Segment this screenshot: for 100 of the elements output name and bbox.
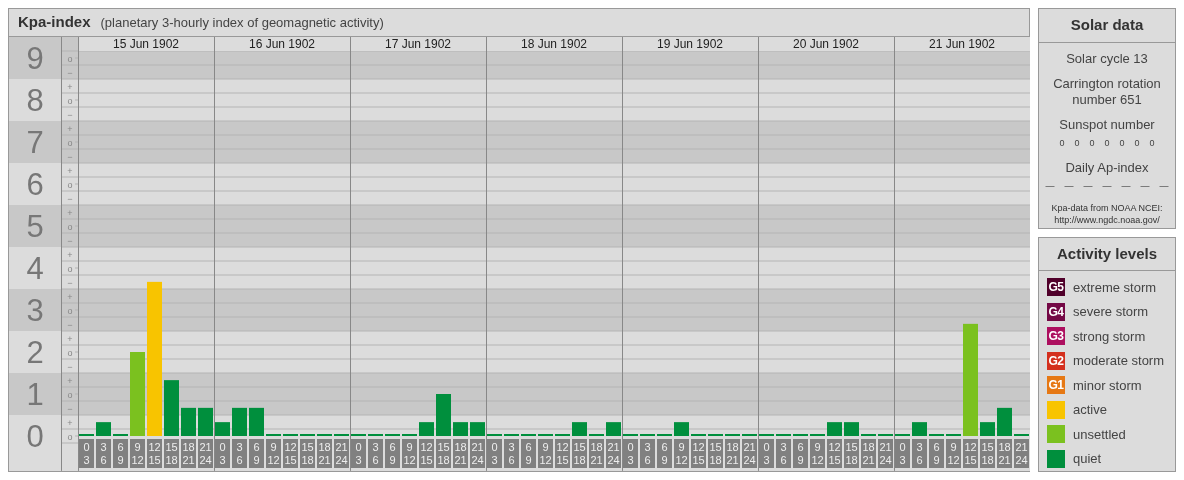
scale-mark: + xyxy=(67,123,73,134)
kp-bar xyxy=(844,422,859,437)
time-interval-label: 12 15 xyxy=(419,439,434,469)
sunspot-value: 0 xyxy=(1149,136,1155,150)
kp-bar xyxy=(640,434,655,437)
kp-bar xyxy=(912,422,927,437)
legend-label: extreme storm xyxy=(1073,278,1157,297)
scale-mark: + xyxy=(67,333,73,344)
time-interval-label: 15 18 xyxy=(572,439,587,469)
kp-bar xyxy=(725,434,740,437)
kp-bar xyxy=(555,434,570,437)
legend-label: severe storm xyxy=(1073,303,1149,321)
kp-bar xyxy=(776,434,791,437)
time-interval-label: 18 21 xyxy=(861,439,876,469)
scale-mark: − xyxy=(67,403,73,414)
kp-bar xyxy=(895,434,910,437)
ap-index-value: — xyxy=(1159,179,1169,193)
kp-bar xyxy=(487,434,502,437)
time-interval-label: 9 12 xyxy=(130,439,145,469)
kp-bar xyxy=(504,434,519,437)
source-url: http://www.ngdc.noaa.gov/ xyxy=(1053,214,1161,226)
ap-index-value: — xyxy=(1102,179,1112,193)
kp-bar xyxy=(572,422,587,437)
time-interval-label: 12 15 xyxy=(555,439,570,469)
time-interval-label: 6 9 xyxy=(385,439,400,469)
kp-bar xyxy=(997,408,1012,437)
scale-mark: − xyxy=(67,319,73,330)
kp-bar xyxy=(521,434,536,437)
scale-mark: − xyxy=(67,193,73,204)
time-interval-label: 0 3 xyxy=(79,439,94,469)
date-label: 17 Jun 1902 xyxy=(384,37,452,52)
kp-bar xyxy=(708,434,723,437)
legend-swatch: G4 xyxy=(1047,302,1065,321)
panel-heading: Solar data xyxy=(1039,9,1175,43)
scale-mark: − xyxy=(67,109,73,120)
sunspot-value: 0 xyxy=(1089,136,1095,150)
kp-bar xyxy=(929,434,944,437)
time-interval-label: 0 3 xyxy=(215,439,230,469)
time-interval-label: 21 24 xyxy=(742,439,757,469)
kp-bar xyxy=(470,422,485,437)
kp-bar xyxy=(861,434,876,437)
time-interval-label: 0 3 xyxy=(487,439,502,469)
ap-index-value: — xyxy=(1064,179,1074,193)
sunspot-value: 0 xyxy=(1104,136,1110,150)
legend-label: moderate storm xyxy=(1073,352,1165,370)
ap-index-value: — xyxy=(1083,179,1093,193)
date-label: 18 Jun 1902 xyxy=(520,37,588,52)
scale-mark: + xyxy=(67,375,73,386)
time-interval-label: 21 24 xyxy=(470,439,485,469)
scale-mark: − xyxy=(67,277,73,288)
time-interval-label: 18 21 xyxy=(453,439,468,469)
panel-heading: Activity levels xyxy=(1039,237,1175,271)
scale-number: 9 xyxy=(26,40,44,76)
scale-mark: o xyxy=(67,179,73,190)
legend-label: active xyxy=(1073,401,1107,419)
kp-bar xyxy=(453,422,468,437)
legend-swatch: G1 xyxy=(1047,376,1065,395)
scale-number: 7 xyxy=(26,124,44,160)
time-interval-label: 15 18 xyxy=(708,439,723,469)
data-source: Kpa-data from NOAA NCEI: xyxy=(1051,203,1163,215)
ap-index-value: — xyxy=(1045,179,1055,193)
sunspot-value: 0 xyxy=(1074,136,1080,150)
time-interval-label: 21 24 xyxy=(334,439,349,469)
time-interval-label: 3 6 xyxy=(776,439,791,469)
kp-bar xyxy=(402,434,417,437)
sunspot-value: 0 xyxy=(1119,136,1125,150)
time-interval-label: 6 9 xyxy=(657,439,672,469)
date-label: 21 Jun 1902 xyxy=(928,37,996,52)
time-interval-label: 12 15 xyxy=(147,439,162,469)
time-interval-label: 12 15 xyxy=(827,439,842,469)
time-interval-label: 12 15 xyxy=(283,439,298,469)
ap-index-value: — xyxy=(1140,179,1150,193)
scale-number: 0 xyxy=(26,418,44,454)
date-label: 15 Jun 1902 xyxy=(112,37,180,52)
kp-bar xyxy=(759,434,774,437)
time-interval-label: 18 21 xyxy=(181,439,196,469)
legend-label: quiet xyxy=(1073,450,1102,468)
kp-bar xyxy=(249,408,264,437)
kp-bar xyxy=(674,422,689,437)
scale-mark: − xyxy=(67,361,73,372)
kp-bar xyxy=(266,434,281,437)
time-interval-label: 6 9 xyxy=(929,439,944,469)
time-interval-label: 3 6 xyxy=(368,439,383,469)
sunspot-value: 0 xyxy=(1134,136,1140,150)
time-interval-label: 9 12 xyxy=(538,439,553,469)
kp-bar xyxy=(368,434,383,437)
legend-swatch: G5 xyxy=(1047,278,1065,297)
time-interval-label: 21 24 xyxy=(606,439,621,469)
sunspot-heading: Sunspot number xyxy=(1059,117,1155,133)
ap-index-value: — xyxy=(1121,179,1131,193)
time-interval-label: 9 12 xyxy=(674,439,689,469)
kp-bar xyxy=(538,434,553,437)
time-interval-label: 6 9 xyxy=(793,439,808,469)
date-label: 19 Jun 1902 xyxy=(656,37,724,52)
time-interval-label: 15 18 xyxy=(436,439,451,469)
scale-mark: o xyxy=(67,431,73,442)
time-interval-label: 18 21 xyxy=(997,439,1012,469)
kp-bar xyxy=(351,434,366,437)
scale-mark: + xyxy=(67,81,73,92)
date-label: 20 Jun 1902 xyxy=(792,37,860,52)
